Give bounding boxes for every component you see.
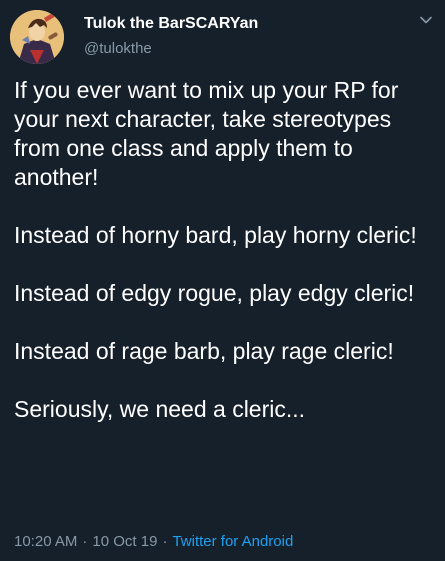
tweet-paragraph: Instead of edgy rogue, play edgy cleric! xyxy=(14,280,415,306)
tweet: Tulok the BarSCARYan @tulokthe If you ev… xyxy=(0,0,445,561)
meta-separator: · xyxy=(82,533,88,550)
chevron-down-icon[interactable] xyxy=(419,13,433,27)
tweet-source-link[interactable]: Twitter for Android xyxy=(172,533,293,550)
meta-separator: · xyxy=(162,533,168,550)
tweet-header: Tulok the BarSCARYan @tulokthe xyxy=(10,10,435,64)
user-handle[interactable]: @tulokthe xyxy=(84,39,258,59)
tweet-paragraph: Instead of horny bard, play horny cleric… xyxy=(14,222,417,248)
tweet-author: Tulok the BarSCARYan @tulokthe xyxy=(84,14,258,59)
display-name[interactable]: Tulok the BarSCARYan xyxy=(84,14,258,34)
tweet-time[interactable]: 10:20 AM xyxy=(14,533,77,550)
tweet-paragraph: Instead of rage barb, play rage cleric! xyxy=(14,338,394,364)
avatar-illustration-icon xyxy=(10,10,64,64)
tweet-text: If you ever want to mix up your RP for y… xyxy=(14,76,434,424)
tweet-paragraph: Seriously, we need a cleric... xyxy=(14,396,306,422)
tweet-meta: 10:20 AM · 10 Oct 19 · Twitter for Android xyxy=(14,532,293,552)
tweet-date[interactable]: 10 Oct 19 xyxy=(92,533,157,550)
avatar[interactable] xyxy=(10,10,64,64)
tweet-paragraph: If you ever want to mix up your RP for y… xyxy=(14,77,399,190)
